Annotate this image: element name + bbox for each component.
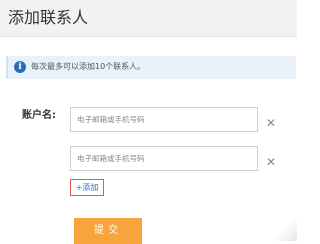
- close-icon[interactable]: ✕: [265, 156, 277, 168]
- dialog-corner-shadow: [267, 219, 297, 241]
- add-contact-link[interactable]: +添加: [70, 179, 104, 196]
- notice-text: 每次最多可以添加10个联系人。: [31, 62, 146, 71]
- dialog-title: 添加联系人: [8, 8, 89, 27]
- contact-input-1[interactable]: [70, 107, 258, 132]
- close-icon[interactable]: ✕: [265, 117, 277, 129]
- info-icon: i: [14, 61, 26, 73]
- info-notice: i 每次最多可以添加10个联系人。: [6, 56, 296, 79]
- add-contact-dialog: 添加联系人 i 每次最多可以添加10个联系人。 账户名: ✕ ✕ +添加 提交: [0, 0, 297, 244]
- account-name-label: 账户名:: [22, 110, 56, 121]
- contact-input-2[interactable]: [70, 146, 258, 171]
- dialog-title-bar: 添加联系人: [0, 0, 297, 37]
- submit-button[interactable]: 提交: [74, 218, 142, 244]
